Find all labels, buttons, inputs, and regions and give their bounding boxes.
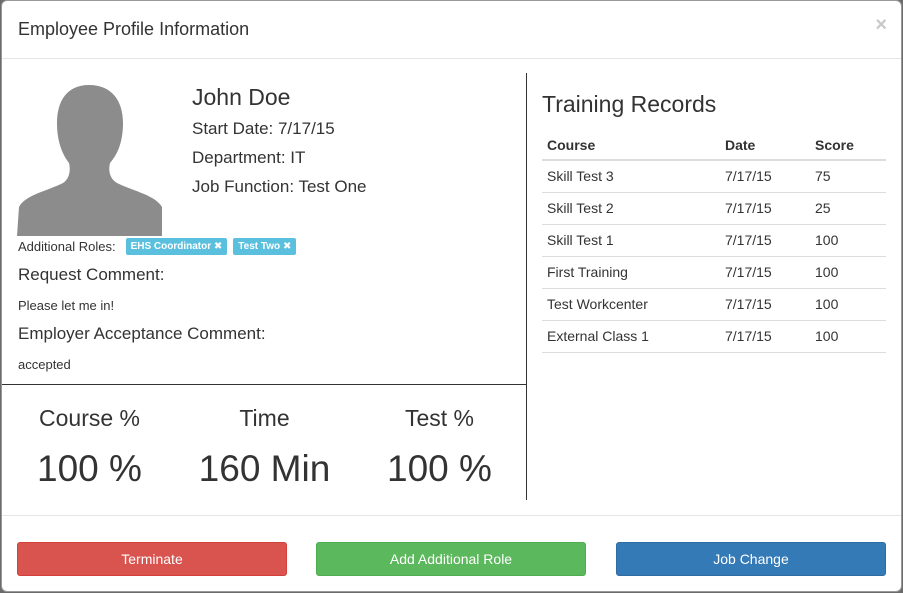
- table-row: Skill Test 2 7/17/15 25: [542, 192, 886, 225]
- close-icon[interactable]: ×: [875, 15, 887, 35]
- stat-value: 100 %: [37, 448, 142, 489]
- request-comment-label: Request Comment:: [18, 265, 165, 284]
- stat-value: 160 Min: [198, 448, 331, 489]
- terminate-button[interactable]: Terminate: [17, 542, 287, 576]
- score-cell: 100: [810, 320, 886, 353]
- date-cell: 7/17/15: [720, 224, 810, 257]
- score-cell: 75: [810, 160, 886, 193]
- add-additional-role-button[interactable]: Add Additional Role: [316, 542, 586, 576]
- date-cell: 7/17/15: [720, 160, 810, 193]
- course-cell: Skill Test 3: [542, 160, 720, 193]
- remove-role-icon[interactable]: ✖: [283, 241, 291, 252]
- training-records-table: Course Date Score Skill Test 3 7/17/15 7…: [542, 129, 886, 353]
- table-row: Skill Test 3 7/17/15 75: [542, 160, 886, 193]
- person-silhouette-icon: [17, 83, 162, 236]
- request-comment-text: Please let me in!: [18, 298, 115, 313]
- course-cell: Test Workcenter: [542, 288, 720, 321]
- table-header-row: Course Date Score: [542, 129, 886, 161]
- department: Department: IT: [192, 148, 306, 167]
- employee-profile-modal: Employee Profile Information × John Doe …: [1, 0, 902, 592]
- job-change-button[interactable]: Job Change: [616, 542, 886, 576]
- start-date: Start Date: 7/17/15: [192, 119, 335, 138]
- test-percent-stat: Test % 100 %: [352, 405, 527, 490]
- course-percent-stat: Course % 100 %: [2, 405, 177, 490]
- date-cell: 7/17/15: [720, 288, 810, 321]
- table-row: Test Workcenter 7/17/15 100: [542, 288, 886, 321]
- role-badge-label: EHS Coordinator: [130, 241, 212, 252]
- table-row: External Class 1 7/17/15 100: [542, 320, 886, 353]
- additional-roles: Additional Roles: EHS Coordinator ✖ Test…: [18, 238, 297, 255]
- score-cell: 100: [810, 256, 886, 289]
- date-cell: 7/17/15: [720, 192, 810, 225]
- job-function: Job Function: Test One: [192, 177, 367, 196]
- course-cell: Skill Test 1: [542, 224, 720, 257]
- additional-roles-label: Additional Roles:: [18, 239, 116, 254]
- acceptance-comment-label: Employer Acceptance Comment:: [18, 324, 266, 343]
- modal-footer: Terminate Add Additional Role Job Change: [2, 515, 901, 591]
- role-badge-label: Test Two: [238, 241, 281, 252]
- role-badge: Test Two ✖: [233, 238, 297, 255]
- column-header-date: Date: [720, 129, 810, 161]
- remove-role-icon[interactable]: ✖: [214, 241, 222, 252]
- column-header-score: Score: [810, 129, 886, 161]
- course-cell: Skill Test 2: [542, 192, 720, 225]
- divider: [2, 384, 527, 385]
- date-cell: 7/17/15: [720, 320, 810, 353]
- score-cell: 100: [810, 224, 886, 257]
- acceptance-comment-text: accepted: [18, 357, 71, 372]
- training-records-title: Training Records: [542, 91, 717, 117]
- course-cell: External Class 1: [542, 320, 720, 353]
- training-records-panel: Training Records Course Date Score Skill…: [542, 91, 887, 353]
- table-row: First Training 7/17/15 100: [542, 256, 886, 289]
- modal-header: Employee Profile Information ×: [2, 1, 901, 59]
- column-header-course: Course: [542, 129, 720, 161]
- date-cell: 7/17/15: [720, 256, 810, 289]
- course-cell: First Training: [542, 256, 720, 289]
- score-cell: 25: [810, 192, 886, 225]
- score-cell: 100: [810, 288, 886, 321]
- table-row: Skill Test 1 7/17/15 100: [542, 224, 886, 257]
- employee-name: John Doe: [192, 84, 291, 110]
- profile-panel: John Doe Start Date: 7/17/15 Department:…: [2, 73, 527, 500]
- stat-value: 100 %: [387, 448, 492, 489]
- role-badge: EHS Coordinator ✖: [125, 238, 228, 255]
- stat-label: Time: [239, 405, 290, 431]
- modal-title: Employee Profile Information: [18, 19, 250, 39]
- stat-label: Test %: [404, 405, 475, 431]
- stat-label: Course %: [39, 405, 140, 431]
- time-stat: Time 160 Min: [177, 405, 352, 490]
